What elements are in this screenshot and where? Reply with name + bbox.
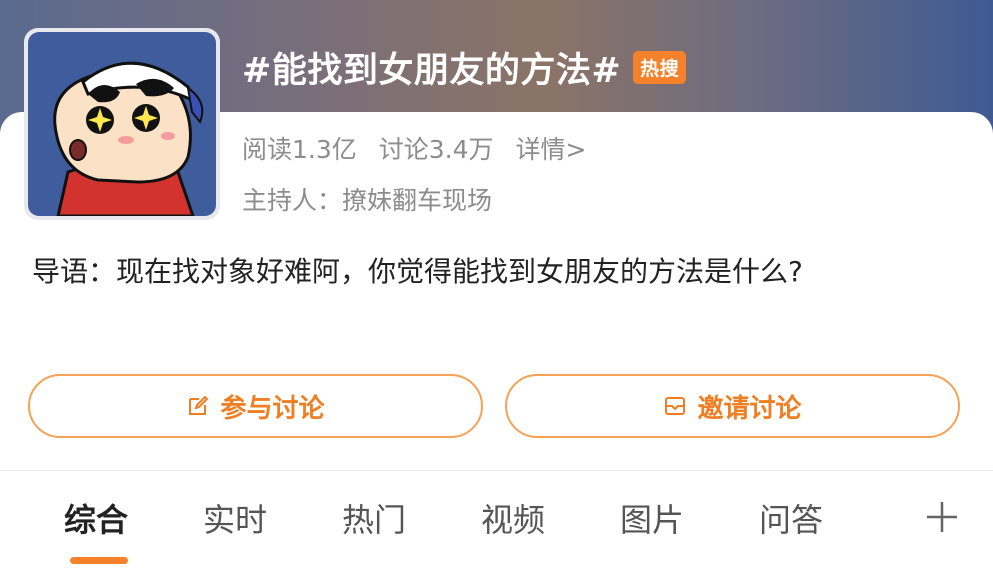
envelope-icon [665, 397, 686, 415]
invite-discussion-button[interactable]: 邀请讨论 [505, 374, 960, 438]
active-tab-indicator [70, 557, 128, 564]
tab-comprehensive[interactable]: 综合 [64, 495, 128, 541]
hot-badge: 热搜 [633, 50, 687, 84]
topic-title: #能找到女朋友的方法# [242, 50, 622, 91]
topic-intro: 导语：现在找对象好难阿，你觉得能找到女朋友的方法是什么? [32, 255, 803, 288]
tab-video[interactable]: 视频 [481, 495, 545, 541]
join-discussion-label: 参与讨论 [220, 393, 325, 424]
cartoon-boy-avatar-icon [28, 32, 216, 216]
details-link[interactable]: 详情> [516, 130, 587, 166]
edit-icon [189, 395, 209, 415]
topic-stats: 阅读1.3亿 讨论3.4万 详情> [242, 130, 586, 166]
tab-hot[interactable]: 热门 [342, 495, 406, 541]
section-divider [0, 470, 993, 471]
topic-tabs: 综合 实时 热门 视频 图片 问答 [0, 495, 993, 564]
topic-title-row: #能找到女朋友的方法# 热搜 [242, 42, 687, 92]
tab-realtime[interactable]: 实时 [203, 495, 267, 541]
topic-avatar[interactable] [24, 28, 220, 220]
plus-icon[interactable] [924, 499, 960, 535]
join-discussion-button[interactable]: 参与讨论 [28, 374, 483, 438]
tab-images[interactable]: 图片 [620, 495, 684, 541]
invite-discussion-label: 邀请讨论 [697, 393, 802, 424]
discussions-count: 讨论3.4万 [378, 135, 494, 164]
reads-count: 阅读1.3亿 [242, 135, 357, 164]
tab-qa[interactable]: 问答 [759, 495, 823, 541]
topic-host[interactable]: 主持人：撩妹翻车现场 [242, 181, 492, 217]
